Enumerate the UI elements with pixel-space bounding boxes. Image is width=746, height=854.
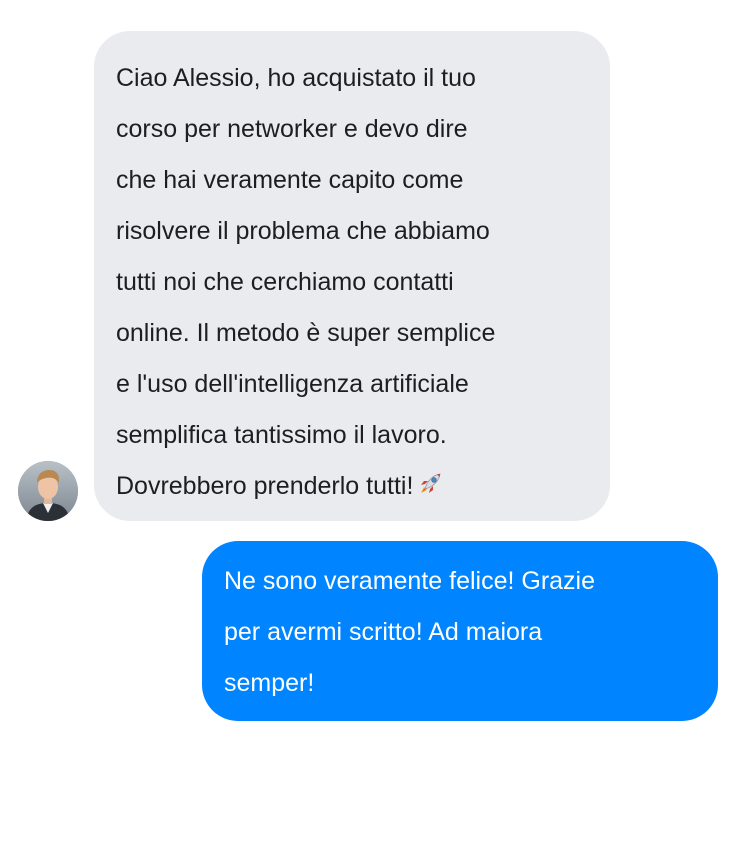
outgoing-message-bubble[interactable]: Ne sono veramente felice! Grazie per ave…: [202, 541, 718, 721]
chat-thread: Ciao Alessio, ho acquistato il tuo corso…: [0, 0, 746, 854]
message-line: per avermi scritto! Ad maiora: [224, 618, 543, 646]
message-line: risolvere il problema che abbiamo: [116, 217, 490, 245]
message-line: che hai veramente capito come: [116, 166, 464, 194]
avatar-photo-icon: [18, 461, 78, 521]
message-line: e l'uso dell'intelligenza artificiale: [116, 370, 469, 398]
message-line: online. Il metodo è super semplice: [116, 319, 496, 347]
message-line-text: Dovrebbero prenderlo tutti!: [116, 472, 414, 500]
avatar[interactable]: [18, 461, 78, 521]
message-line: semper!: [224, 669, 315, 697]
message-line: Ne sono veramente felice! Grazie: [224, 567, 596, 595]
message-line-last: Dovrebbero prenderlo tutti!: [116, 461, 590, 512]
rocket-icon: [417, 471, 443, 497]
message-line: corso per networker e devo dire: [116, 115, 468, 143]
message-line: semplifica tantissimo il lavoro.: [116, 421, 447, 449]
message-line: tutti noi che cerchiamo contatti: [116, 268, 454, 296]
incoming-message-bubble[interactable]: Ciao Alessio, ho acquistato il tuo corso…: [94, 31, 610, 521]
message-line: Ciao Alessio, ho acquistato il tuo: [116, 64, 476, 92]
